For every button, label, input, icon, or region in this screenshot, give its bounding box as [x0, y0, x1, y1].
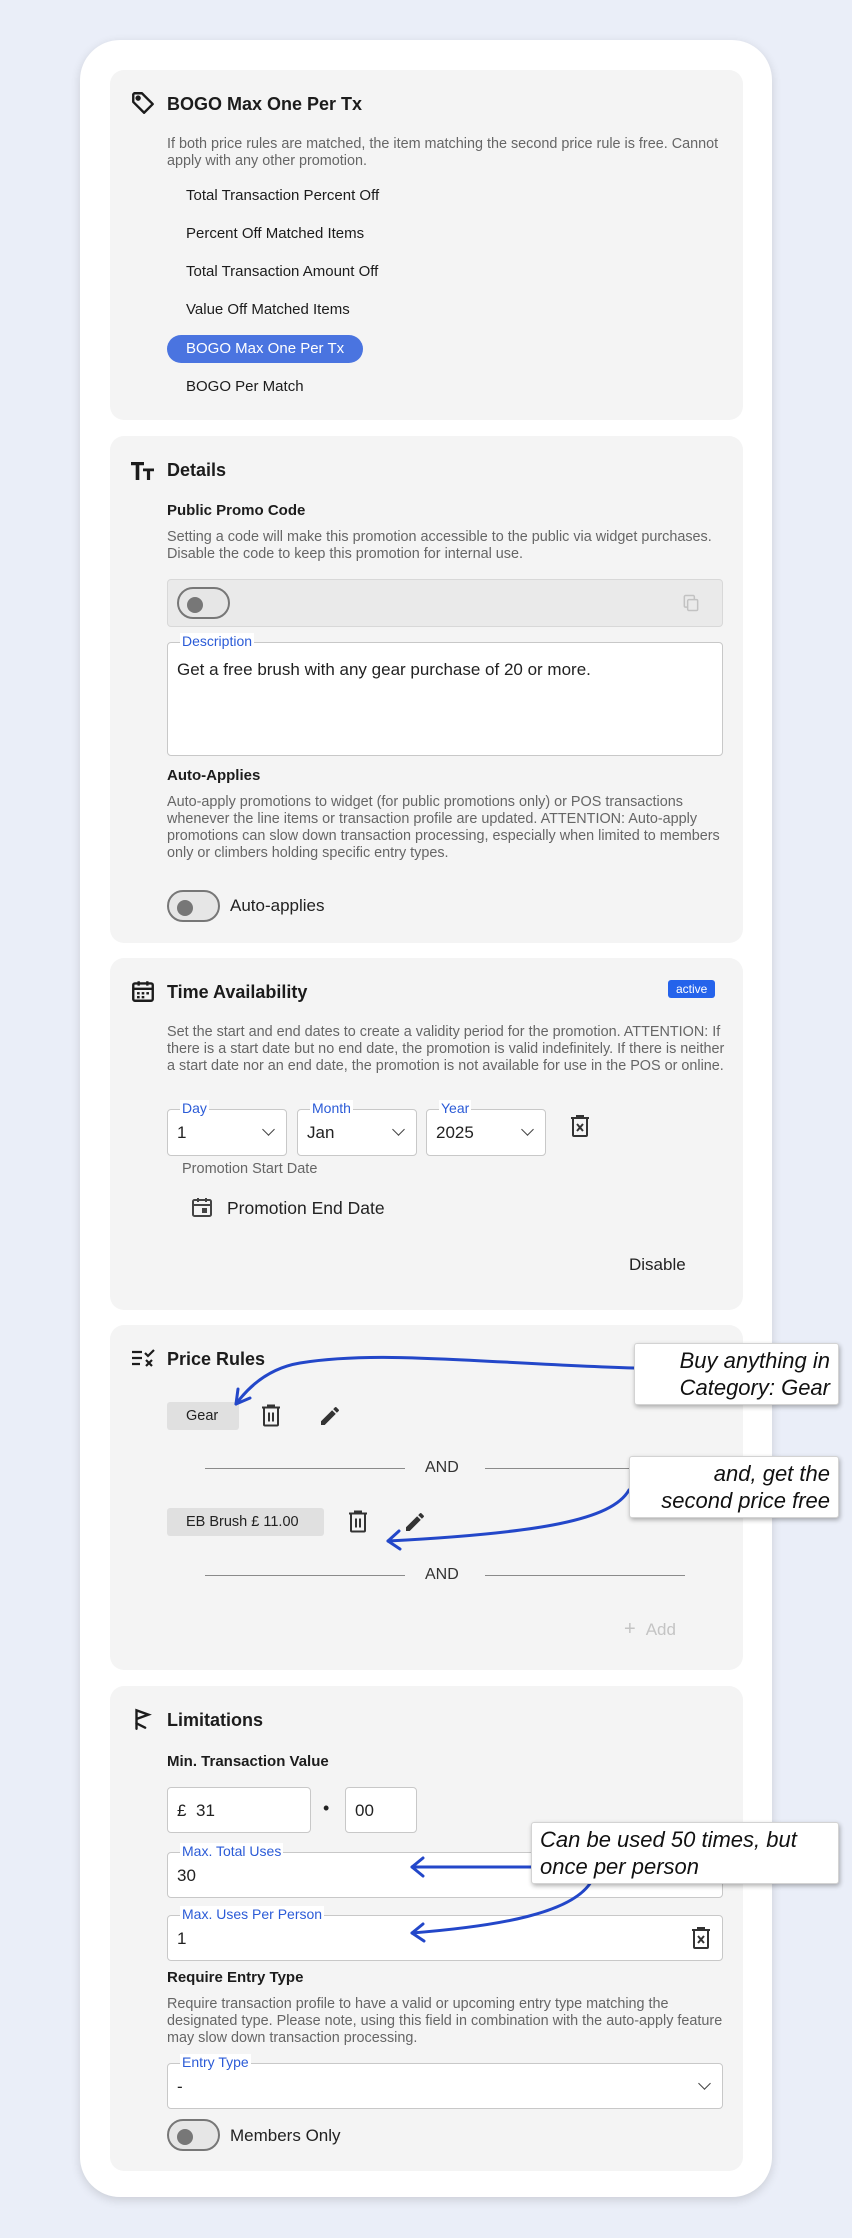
- limitations-title: Limitations: [167, 1710, 264, 1730]
- promo-code-field: [167, 579, 723, 627]
- add-price-rule-button[interactable]: + Add: [624, 1618, 676, 1641]
- details-title: Details: [167, 460, 227, 480]
- and-divider-line: [205, 1575, 405, 1576]
- start-date-caption: Promotion Start Date: [182, 1161, 318, 1177]
- delete-icon[interactable]: [260, 1403, 282, 1428]
- and-divider-line: [485, 1575, 685, 1576]
- max-total-uses-label: Max. Total Uses: [180, 1843, 284, 1859]
- max-total-uses-value: 30: [177, 1866, 196, 1885]
- price-rules-title: Price Rules: [167, 1349, 266, 1369]
- min-transaction-whole-input[interactable]: £ 31: [167, 1787, 311, 1833]
- entry-type-value: -: [177, 2077, 183, 2096]
- require-entry-type-label: Require Entry Type: [167, 1969, 304, 1986]
- auto-applies-description: Auto-apply promotions to widget (for pub…: [167, 794, 720, 861]
- month-select[interactable]: Month Jan: [297, 1100, 417, 1156]
- details-section: Details Public Promo Code Setting a code…: [110, 436, 743, 943]
- max-uses-per-person-label: Max. Uses Per Person: [180, 1906, 325, 1922]
- public-promo-code-label: Public Promo Code: [167, 502, 306, 519]
- time-availability-title: Time Availability: [167, 982, 308, 1002]
- month-select-label: Month: [310, 1100, 353, 1116]
- limit-icon: [135, 1708, 152, 1730]
- and-separator: AND: [425, 1459, 459, 1476]
- tag-icon: [132, 92, 154, 114]
- promotion-option[interactable]: BOGO Per Match: [186, 378, 304, 395]
- price-rule-chip[interactable]: Gear: [167, 1402, 239, 1430]
- min-transaction-fraction-value: 00: [355, 1801, 374, 1820]
- chevron-down-icon: [521, 1123, 534, 1136]
- public-promo-code-description: Setting a code will make this promotion …: [167, 529, 712, 562]
- and-divider-line: [205, 1468, 405, 1469]
- annotation-callout-rule1: Buy anything in Category: Gear: [634, 1343, 839, 1405]
- time-availability-description: Set the start and end dates to create a …: [167, 1024, 725, 1074]
- currency-symbol: £: [177, 1801, 187, 1820]
- annotation-callout-rule2: and, get the second price free: [629, 1456, 839, 1518]
- chevron-down-icon: [698, 2077, 711, 2090]
- and-separator: AND: [425, 1566, 459, 1583]
- members-only-toggle[interactable]: [167, 2119, 220, 2151]
- add-button-label: Add: [645, 1620, 676, 1639]
- description-field-label: Description: [180, 633, 255, 649]
- description-field[interactable]: Description Get a free brush with any ge…: [167, 633, 723, 756]
- min-transaction-whole-value: 31: [196, 1801, 215, 1820]
- promotion-option-selected[interactable]: BOGO Max One Per Tx: [167, 335, 364, 363]
- max-uses-per-person-input[interactable]: Max. Uses Per Person 1: [167, 1906, 723, 1961]
- promotion-option[interactable]: Value Off Matched Items: [186, 301, 350, 318]
- promotion-type-section: BOGO Max One Per Tx If both price rules …: [110, 70, 743, 420]
- day-select-value: 1: [177, 1123, 187, 1142]
- promotion-type-description: If both price rules are matched, the ite…: [167, 136, 719, 169]
- entry-type-select[interactable]: Entry Type -: [167, 2054, 723, 2109]
- min-transaction-fraction-input[interactable]: 00: [345, 1787, 417, 1833]
- status-badge: active: [668, 980, 716, 998]
- require-entry-type-description: Require transaction profile to have a va…: [167, 1996, 723, 2046]
- delete-icon[interactable]: [347, 1509, 369, 1534]
- members-only-label: Members Only: [230, 2126, 341, 2145]
- calendar-event-icon: [192, 1198, 212, 1217]
- day-select[interactable]: Day 1: [167, 1100, 287, 1156]
- checklist-icon: [132, 1349, 155, 1367]
- auto-applies-toggle-label: Auto-applies: [230, 896, 325, 915]
- promo-code-toggle[interactable]: [177, 587, 230, 619]
- day-select-label: Day: [180, 1100, 209, 1116]
- auto-applies-toggle[interactable]: [167, 890, 220, 922]
- chevron-down-icon: [392, 1123, 405, 1136]
- chevron-down-icon: [262, 1123, 275, 1136]
- price-rule-chip[interactable]: EB Brush £ 11.00: [167, 1508, 324, 1536]
- promotion-type-title: BOGO Max One Per Tx: [167, 94, 363, 114]
- time-availability-section: Time Availability active Set the start a…: [110, 958, 743, 1310]
- clear-date-icon[interactable]: [569, 1114, 591, 1138]
- year-select[interactable]: Year 2025: [426, 1100, 546, 1156]
- calendar-icon: [132, 981, 154, 1002]
- plus-icon: +: [624, 1618, 636, 1640]
- end-date-button[interactable]: Promotion End Date: [227, 1198, 385, 1219]
- clear-field-icon[interactable]: [690, 1926, 712, 1950]
- decimal-separator: •: [323, 1798, 330, 1818]
- promotion-option[interactable]: Percent Off Matched Items: [186, 225, 364, 242]
- edit-icon[interactable]: [403, 1510, 427, 1534]
- promotion-option[interactable]: Total Transaction Percent Off: [186, 187, 379, 204]
- disable-button[interactable]: Disable: [629, 1255, 686, 1275]
- year-select-value: 2025: [436, 1123, 474, 1142]
- annotation-callout-uses: Can be used 50 times, but once per perso…: [531, 1822, 839, 1884]
- max-uses-per-person-value: 1: [177, 1929, 187, 1948]
- min-transaction-label: Min. Transaction Value: [167, 1753, 329, 1770]
- auto-applies-label: Auto-Applies: [167, 767, 261, 784]
- edit-icon[interactable]: [318, 1404, 342, 1428]
- description-field-value: Get a free brush with any gear purchase …: [177, 660, 591, 679]
- limitations-section: Limitations Min. Transaction Value £ 31 …: [110, 1686, 743, 2171]
- copy-icon[interactable]: [681, 593, 701, 613]
- promotion-option[interactable]: Total Transaction Amount Off: [186, 263, 378, 280]
- entry-type-label: Entry Type: [180, 2054, 251, 2070]
- year-select-label: Year: [439, 1100, 472, 1116]
- month-select-value: Jan: [307, 1123, 335, 1142]
- text-format-icon: [131, 462, 154, 480]
